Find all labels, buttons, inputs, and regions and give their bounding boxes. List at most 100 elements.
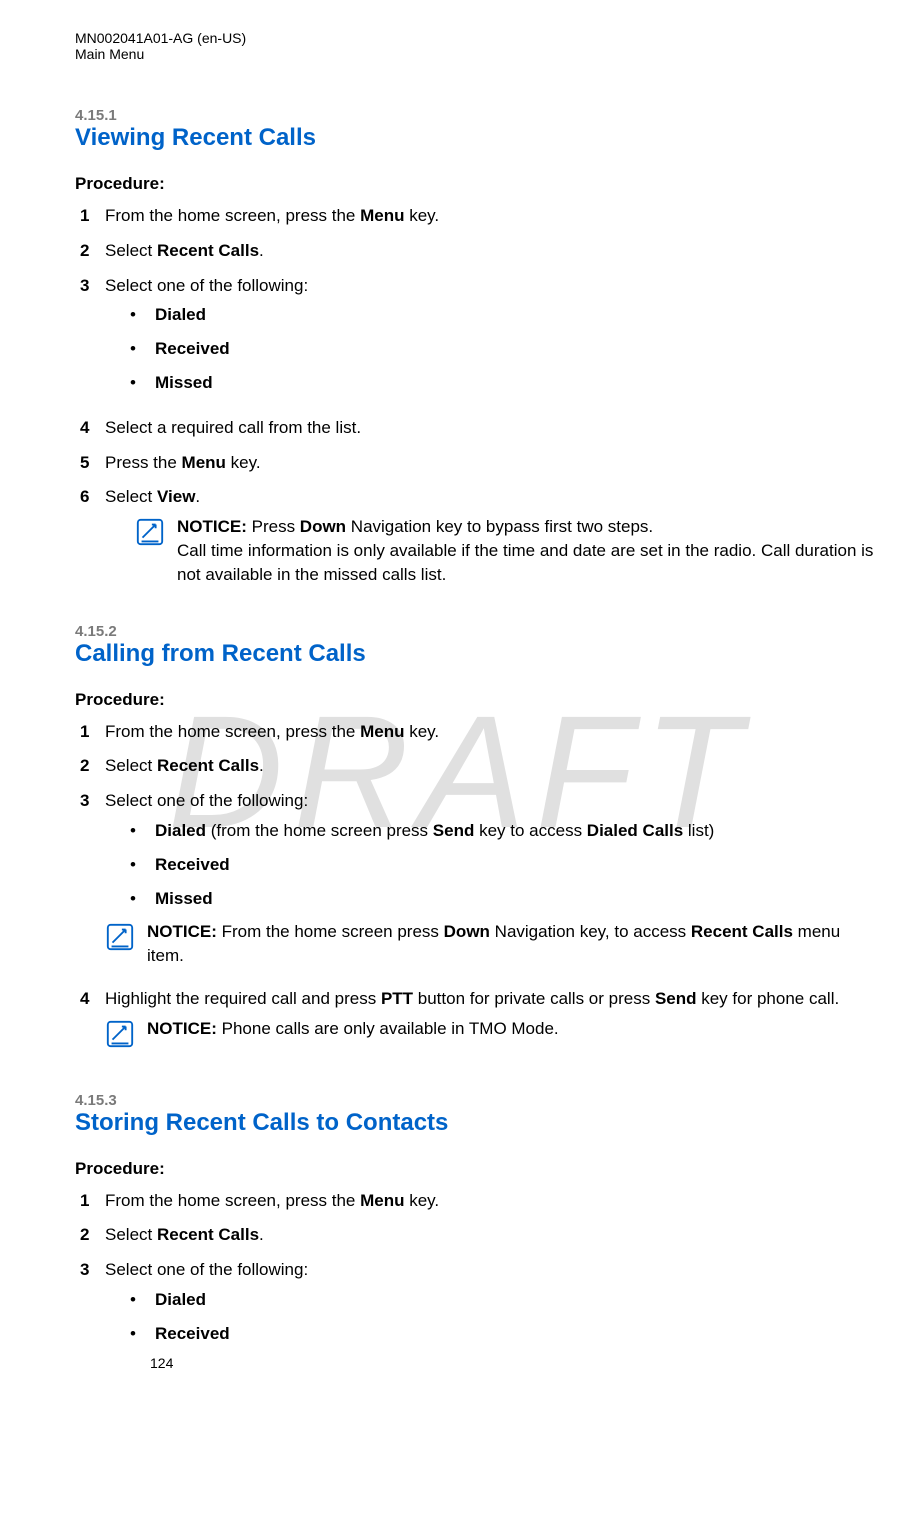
- step-number: 1: [80, 204, 105, 228]
- step-1: 1 From the home screen, press the Menu k…: [80, 720, 879, 744]
- text: Phone calls are only available in TMO Mo…: [217, 1019, 559, 1038]
- section-title: Viewing Recent Calls: [75, 124, 879, 152]
- text: key.: [226, 453, 261, 472]
- procedure-label: Procedure:: [75, 174, 879, 194]
- bold-text: Recent Calls: [691, 922, 793, 941]
- text: key for phone call.: [697, 989, 840, 1008]
- step-2: 2 Select Recent Calls.: [80, 754, 879, 778]
- text: key to access: [474, 821, 586, 840]
- procedure-label: Procedure:: [75, 690, 879, 710]
- text: Select: [105, 487, 157, 506]
- section-storing-recent-calls-to-contacts: 4.15.3 Storing Recent Calls to Contacts …: [75, 1092, 879, 1356]
- procedure-label: Procedure:: [75, 1159, 879, 1179]
- notice-icon: [135, 515, 177, 586]
- section-number: 4.15.1: [75, 107, 879, 124]
- bullet-mark: •: [130, 887, 155, 911]
- step-list: 1 From the home screen, press the Menu k…: [75, 1189, 879, 1356]
- bold-text: Down: [300, 517, 346, 536]
- step-text: Select a required call from the list.: [105, 416, 879, 440]
- bullet-mark: •: [130, 371, 155, 395]
- text: key.: [405, 206, 440, 225]
- step-2: 2 Select Recent Calls.: [80, 1223, 879, 1247]
- text: .: [195, 487, 200, 506]
- bullet-text: Received: [155, 853, 230, 877]
- step-5: 5 Press the Menu key.: [80, 451, 879, 475]
- bullet-text: Received: [155, 1322, 230, 1346]
- text: Call time information is only available …: [177, 541, 873, 584]
- text: .: [259, 241, 264, 260]
- step-text: Select View. NOTICE: Press Down Navigati…: [105, 485, 879, 594]
- step-number: 5: [80, 451, 105, 475]
- step-number: 2: [80, 239, 105, 263]
- notice-text: NOTICE: Phone calls are only available i…: [147, 1017, 879, 1056]
- bullet-text: Dialed (from the home screen press Send …: [155, 819, 714, 843]
- step-4: 4 Select a required call from the list.: [80, 416, 879, 440]
- step-4: 4 Highlight the required call and press …: [80, 987, 879, 1064]
- doc-header: MN002041A01-AG (en-US) Main Menu: [75, 30, 879, 62]
- notice-icon: [105, 920, 147, 968]
- page-content: MN002041A01-AG (en-US) Main Menu 4.15.1 …: [75, 30, 879, 1356]
- bold-text: Dialed: [155, 1290, 206, 1309]
- step-6: 6 Select View. NOTICE: Press Down Naviga…: [80, 485, 879, 594]
- notice-text: NOTICE: From the home screen press Down …: [147, 920, 879, 968]
- step-3: 3 Select one of the following: •Dialed (…: [80, 789, 879, 976]
- text: From the home screen, press the: [105, 206, 360, 225]
- text: button for private calls or press: [413, 989, 655, 1008]
- step-text: From the home screen, press the Menu key…: [105, 1189, 879, 1213]
- bullet-item: •Received: [130, 853, 879, 877]
- step-number: 6: [80, 485, 105, 594]
- bold-text: Recent Calls: [157, 241, 259, 260]
- bullet-text: Missed: [155, 371, 213, 395]
- text: From the home screen press: [217, 922, 444, 941]
- step-2: 2 Select Recent Calls.: [80, 239, 879, 263]
- bullet-mark: •: [130, 303, 155, 327]
- bold-text: Recent Calls: [157, 1225, 259, 1244]
- notice-label: NOTICE:: [147, 922, 217, 941]
- text: Select: [105, 1225, 157, 1244]
- bullet-item: •Received: [130, 337, 879, 361]
- text: Select one of the following:: [105, 1260, 308, 1279]
- bullet-mark: •: [130, 1288, 155, 1312]
- section-viewing-recent-calls: 4.15.1 Viewing Recent Calls Procedure: 1…: [75, 107, 879, 595]
- bold-text: View: [157, 487, 195, 506]
- text: Press: [247, 517, 300, 536]
- section-calling-from-recent-calls: 4.15.2 Calling from Recent Calls Procedu…: [75, 623, 879, 1064]
- section-title: Calling from Recent Calls: [75, 640, 879, 668]
- bullet-text: Dialed: [155, 1288, 206, 1312]
- bullet-mark: •: [130, 1322, 155, 1346]
- step-3: 3 Select one of the following: •Dialed •…: [80, 274, 879, 405]
- bullet-item: •Missed: [130, 371, 879, 395]
- doc-section-name: Main Menu: [75, 46, 879, 62]
- bullet-mark: •: [130, 853, 155, 877]
- step-number: 2: [80, 1223, 105, 1247]
- bold-text: Received: [155, 855, 230, 874]
- text: From the home screen, press the: [105, 1191, 360, 1210]
- bullet-list: •Dialed •Received: [105, 1288, 879, 1346]
- text: key.: [405, 722, 440, 741]
- step-number: 1: [80, 720, 105, 744]
- bullet-item: •Dialed: [130, 1288, 879, 1312]
- step-3: 3 Select one of the following: •Dialed •…: [80, 1258, 879, 1355]
- notice-label: NOTICE:: [147, 1019, 217, 1038]
- bold-text: Down: [444, 922, 490, 941]
- step-text: Select one of the following: •Dialed (fr…: [105, 789, 879, 976]
- text: .: [259, 1225, 264, 1244]
- bold-text: Dialed Calls: [587, 821, 683, 840]
- step-text: Highlight the required call and press PT…: [105, 987, 879, 1064]
- step-number: 4: [80, 987, 105, 1064]
- notice-block: NOTICE: From the home screen press Down …: [105, 920, 879, 968]
- text: Press the: [105, 453, 182, 472]
- bold-text: Menu: [360, 722, 404, 741]
- bullet-item: •Missed: [130, 887, 879, 911]
- bullet-text: Missed: [155, 887, 213, 911]
- text: (from the home screen press: [206, 821, 433, 840]
- bullet-item: •Received: [130, 1322, 879, 1346]
- text: Select one of the following:: [105, 276, 308, 295]
- text: From the home screen, press the: [105, 722, 360, 741]
- bullet-mark: •: [130, 337, 155, 361]
- bullet-text: Dialed: [155, 303, 206, 327]
- step-text: From the home screen, press the Menu key…: [105, 204, 879, 228]
- section-number: 4.15.2: [75, 623, 879, 640]
- step-list: 1 From the home screen, press the Menu k…: [75, 204, 879, 595]
- bold-text: Menu: [360, 206, 404, 225]
